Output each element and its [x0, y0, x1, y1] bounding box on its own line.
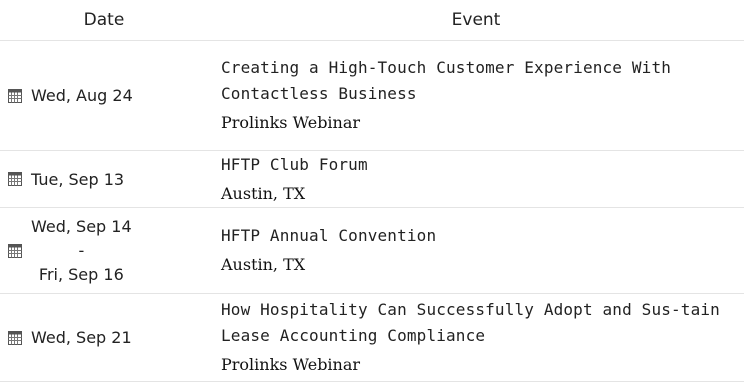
table-header-row: Date Event [0, 0, 744, 41]
calendar-icon [8, 330, 22, 345]
event-date-range: Wed, Sep 14 - Fri, Sep 16 [31, 215, 132, 287]
event-details-cell: How Hospitality Can Successfully Adopt a… [208, 293, 744, 382]
calendar-icon [8, 88, 22, 103]
event-details-cell: Creating a High-Touch Customer Experienc… [208, 40, 744, 151]
event-title-link[interactable]: HFTP Club Forum [221, 152, 740, 178]
event-end-date: Fri, Sep 16 [38, 264, 124, 284]
date-column-header: Date [0, 0, 208, 41]
event-location: Prolinks Webinar [221, 355, 361, 374]
table-row: Wed, Aug 24 Creating a High-Touch Custom… [0, 40, 744, 151]
event-date: Wed, Aug 24 [31, 86, 133, 105]
event-title-link[interactable]: Creating a High-Touch Customer Experienc… [221, 55, 740, 107]
event-column-header: Event [208, 0, 744, 41]
events-table: Date Event Wed, Aug 24 Creating a High-T… [0, 0, 744, 382]
event-title-link[interactable]: HFTP Annual Convention [221, 223, 740, 249]
event-location: Prolinks Webinar [221, 113, 361, 132]
event-date-cell: Wed, Aug 24 [0, 40, 208, 151]
event-location: Austin, TX [221, 183, 306, 203]
calendar-icon [8, 243, 22, 258]
table-row: Wed, Sep 21 How Hospitality Can Successf… [0, 293, 744, 382]
calendar-icon [8, 172, 22, 186]
table-row: Wed, Sep 14 - Fri, Sep 16 HFTP Annual Co… [0, 207, 744, 294]
event-date-cell: Tue, Sep 13 [0, 150, 208, 208]
event-date: Tue, Sep 13 [31, 169, 125, 189]
event-date: Wed, Sep 21 [31, 328, 132, 347]
event-date-cell: Wed, Sep 14 - Fri, Sep 16 [0, 207, 208, 294]
event-location: Austin, TX [221, 255, 306, 274]
date-range-separator: - [78, 240, 85, 260]
table-row: Tue, Sep 13 HFTP Club Forum Austin, TX [0, 150, 744, 208]
event-title-link[interactable]: How Hospitality Can Successfully Adopt a… [221, 297, 740, 349]
event-details-cell: HFTP Club Forum Austin, TX [208, 150, 744, 208]
event-start-date: Wed, Sep 14 [31, 216, 132, 236]
event-details-cell: HFTP Annual Convention Austin, TX [208, 207, 744, 294]
event-date-cell: Wed, Sep 21 [0, 293, 208, 382]
